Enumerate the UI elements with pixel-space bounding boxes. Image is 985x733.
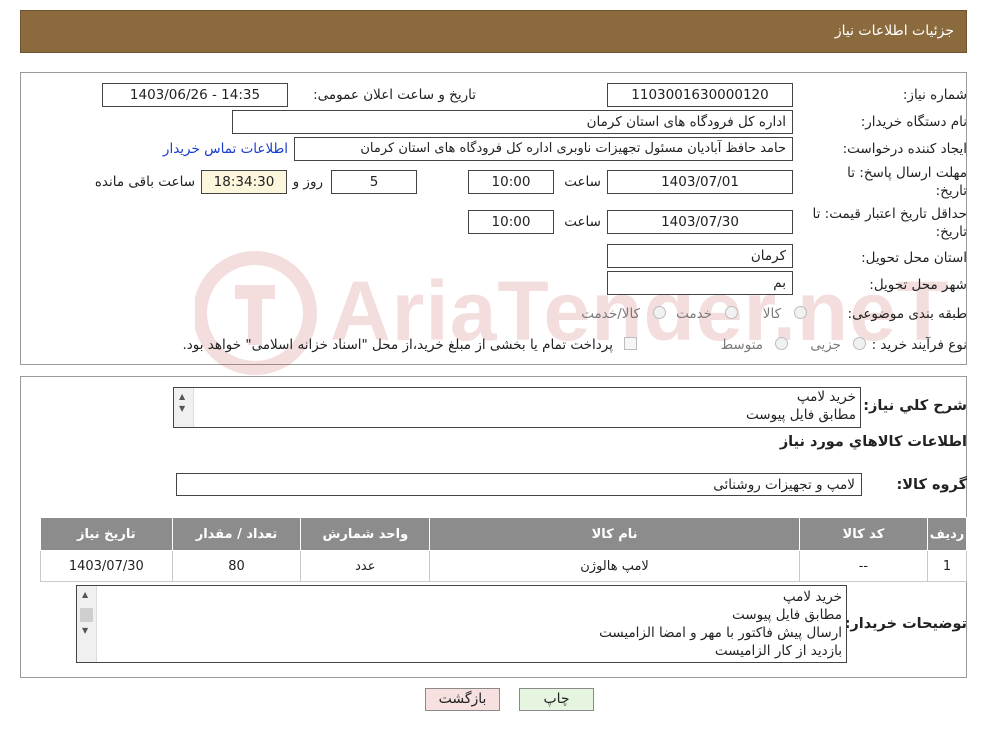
scroll-up-icon[interactable]: ▲ [82,590,88,599]
col-unit-header: واحد شمارش [300,517,431,551]
deadline-label-line2: تاریخ: [935,183,967,199]
scroll-up-icon[interactable]: ▲ [179,392,185,401]
col-name-header: نام کالا [429,517,800,551]
cell-code: -- [798,550,929,582]
remaining-time-field: 18:34:30 [201,170,287,194]
summary-line: خرید لامپ [796,389,856,405]
process-option-minor: جزیی [810,337,841,353]
province-field: کرمان [607,244,793,268]
buyer-notes-line: مطابق فایل پیوست [732,607,842,623]
days-label: روز و [292,174,323,190]
days-remaining-field: 5 [331,170,417,194]
scroll-down-icon[interactable]: ▼ [179,404,185,413]
validity-time-field: 10:00 [468,210,554,234]
remaining-time-label: ساعت باقی مانده [94,174,195,190]
cell-date: 1403/07/30 [40,550,173,582]
treasury-payment-checkbox[interactable] [624,337,637,350]
contact-buyer-link[interactable]: اطلاعات تماس خریدار [163,141,288,157]
announce-label: تاریخ و ساعت اعلان عمومی: [313,87,476,103]
category-radio-service[interactable] [725,306,738,319]
buyer-notes-scrollbar[interactable]: ▲ ▼ [77,586,97,662]
summary-line: مطابق فایل پیوست [746,407,856,423]
buyer-org-field: اداره کل فرودگاه های استان کرمان [232,110,793,134]
page-header: جزئیات اطلاعات نیاز [20,10,967,53]
need-number-label: شماره نیاز: [902,87,967,103]
col-qty-header: تعداد / مقدار [171,517,302,551]
category-radio-goods-service[interactable] [653,306,666,319]
back-button[interactable]: بازگشت [425,688,500,711]
category-option-service: خدمت [676,306,712,322]
col-row-header: ردیف [927,517,967,551]
goods-section-title: اطلاعات کالاهاي مورد نياز [779,434,967,450]
process-label: نوع فرآیند خرید : [871,337,967,353]
category-option-goods-service: کالا/خدمت [581,306,640,322]
city-label: شهر محل تحویل: [869,277,967,293]
buyer-notes-label: توضیحات خریدار: [844,616,967,632]
deadline-time-label: ساعت [564,174,601,190]
col-date-header: تاریخ نیاز [40,517,173,551]
table-row: 1 -- لامپ هالوژن عدد 80 1403/07/30 [40,550,967,582]
buyer-notes-line: بازدید از کار الزامیست [714,643,842,659]
process-radio-medium[interactable] [775,337,788,350]
scroll-down-icon[interactable]: ▼ [82,626,88,635]
category-option-goods: کالا [762,306,781,322]
cell-qty: 80 [171,550,302,582]
validity-time-label: ساعت [564,214,601,230]
summary-label: شرح کلي نياز: [863,398,967,414]
table-header-row: ردیف کد کالا نام کالا واحد شمارش تعداد /… [40,517,967,551]
buyer-notes-line: خرید لامپ [782,589,842,605]
summary-scrollbar[interactable]: ▲ ▼ [174,388,194,427]
buyer-notes-line: ارسال پیش فاکتور با مهر و امضا الزامیست [599,625,842,641]
deadline-time-field: 10:00 [468,170,554,194]
validity-label-line1: حداقل تاریخ اعتبار قیمت: تا [812,206,967,222]
page-title: جزئیات اطلاعات نیاز [834,23,954,39]
items-table: ردیف کد کالا نام کالا واحد شمارش تعداد /… [40,517,967,582]
creator-field: حامد حافظ آبادیان مسئول تجهیزات ناوبری ا… [294,137,793,161]
city-field: بم [607,271,793,295]
col-code-header: کد کالا [798,517,929,551]
cell-unit: عدد [300,550,431,582]
announce-field: 1403/06/26 - 14:35 [102,83,288,107]
process-option-medium: متوسط [720,337,763,353]
buyer-org-label: نام دستگاه خریدار: [860,114,967,130]
buyer-notes-textarea[interactable]: ▲ ▼ خرید لامپ مطابق فایل پیوست ارسال پیش… [76,585,847,663]
deadline-label-line1: مهلت ارسال پاسخ: تا [847,165,967,181]
validity-label-line2: تاریخ: [935,224,967,240]
category-radio-goods[interactable] [794,306,807,319]
cell-row: 1 [927,550,967,582]
process-radio-minor[interactable] [853,337,866,350]
creator-label: ایجاد کننده درخواست: [842,141,967,157]
cell-name: لامپ هالوژن [429,550,800,582]
goods-group-label: گروه کالا: [896,477,967,493]
summary-textarea[interactable]: ▲ ▼ خرید لامپ مطابق فایل پیوست [173,387,861,428]
goods-group-field: لامپ و تجهیزات روشنائی [176,473,862,496]
category-label: طبقه بندی موضوعی: [847,306,967,322]
treasury-payment-note: پرداخت تمام یا بخشی از مبلغ خرید،از محل … [182,337,613,353]
deadline-date-field: 1403/07/01 [607,170,793,194]
province-label: استان محل تحویل: [861,250,967,266]
need-number-field: 1103001630000120 [607,83,793,107]
print-button[interactable]: چاپ [519,688,594,711]
scroll-thumb[interactable] [80,608,93,622]
validity-date-field: 1403/07/30 [607,210,793,234]
